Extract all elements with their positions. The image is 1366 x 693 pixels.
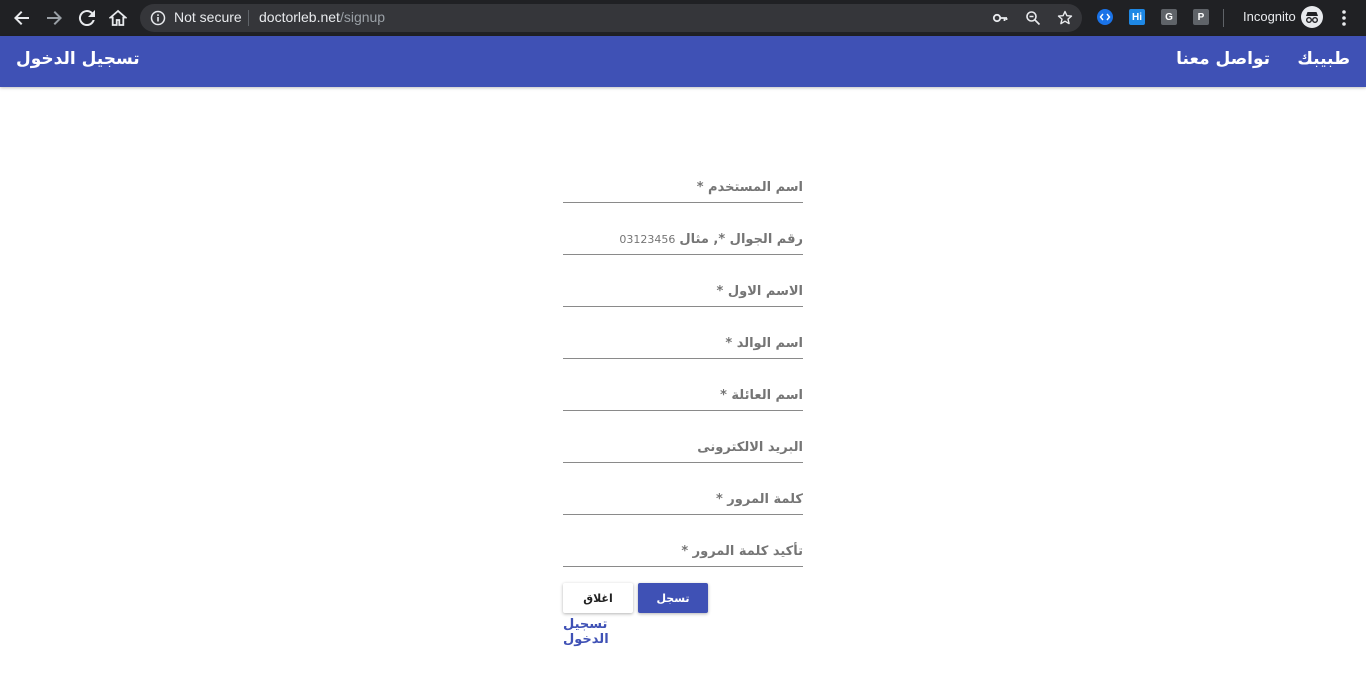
toolbar-divider (1223, 9, 1224, 27)
forward-arrow-icon[interactable] (42, 6, 66, 30)
form-actions: اغلاق تسجل (563, 583, 803, 613)
reload-icon[interactable] (75, 6, 99, 30)
username-input[interactable] (563, 170, 803, 202)
address-divider (248, 10, 249, 26)
mobile-field[interactable]: رقم الجوال *, مثال03123456 (563, 222, 803, 255)
more-menu-icon[interactable] (1337, 8, 1351, 28)
email-input[interactable] (563, 430, 803, 462)
family-name-field[interactable]: اسم العائلة * (563, 378, 803, 411)
back-arrow-icon[interactable] (10, 6, 34, 30)
signup-form: اسم المستخدم * رقم الجوال *, مثال0312345… (563, 170, 803, 647)
first-name-input[interactable] (563, 274, 803, 306)
password-field[interactable]: كلمة المرور * (563, 482, 803, 515)
address-bar[interactable]: Not secure doctorleb.net/signup (140, 4, 1082, 32)
browser-toolbar: Not secure doctorleb.net/signup Hi G P I… (0, 0, 1366, 36)
url-text[interactable]: doctorleb.net/signup (259, 9, 385, 25)
confirm-password-input[interactable] (563, 534, 803, 566)
father-name-field[interactable]: اسم الوالد * (563, 326, 803, 359)
app-bar: طبيبك تواصل معنا تسجيل الدخول (0, 36, 1366, 87)
brand-link[interactable]: طبيبك (1297, 49, 1350, 69)
g-extension-icon[interactable]: G (1161, 9, 1177, 25)
father-name-input[interactable] (563, 326, 803, 358)
username-field[interactable]: اسم المستخدم * (563, 170, 803, 203)
first-name-field[interactable]: الاسم الاول * (563, 274, 803, 307)
security-label[interactable]: Not secure (174, 9, 242, 25)
incognito-label: Incognito (1243, 9, 1296, 24)
key-icon[interactable] (992, 10, 1008, 26)
contact-us-link[interactable]: تواصل معنا (1176, 49, 1270, 69)
url-host: doctorleb.net (259, 9, 340, 25)
confirm-password-field[interactable]: تأكيد كلمة المرور * (563, 534, 803, 567)
zoom-icon[interactable] (1025, 10, 1041, 26)
url-path: /signup (339, 9, 386, 25)
password-input[interactable] (563, 482, 803, 514)
star-icon[interactable] (1057, 10, 1073, 26)
p-extension-icon[interactable]: P (1193, 9, 1209, 25)
close-button[interactable]: اغلاق (563, 583, 633, 613)
info-icon[interactable] (150, 10, 166, 26)
email-field[interactable]: البريد الالكترونى (563, 430, 803, 463)
home-icon[interactable] (106, 6, 130, 30)
incognito-icon[interactable] (1301, 6, 1323, 28)
family-name-input[interactable] (563, 378, 803, 410)
login-link[interactable]: تسجيل الدخول (563, 617, 655, 647)
signup-button[interactable]: تسجل (638, 583, 708, 613)
mobile-input[interactable] (563, 222, 803, 254)
hi-extension-icon[interactable]: Hi (1129, 9, 1145, 25)
code-extension-icon[interactable] (1097, 9, 1113, 25)
header-login-link[interactable]: تسجيل الدخول (16, 49, 140, 69)
